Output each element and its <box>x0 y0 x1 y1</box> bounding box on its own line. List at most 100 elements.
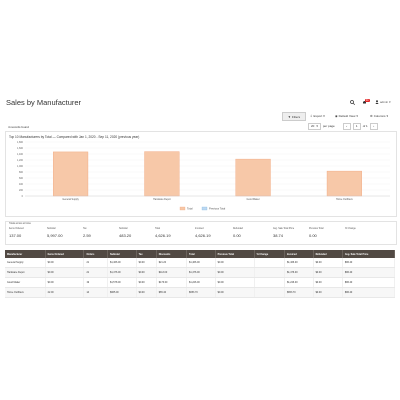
per-page-select[interactable]: 20 ▾ <box>308 122 321 130</box>
manufacturer-link[interactable]: Home Outfitters <box>5 287 46 298</box>
manufacturer-link[interactable]: Good Maker <box>5 277 46 288</box>
column-header[interactable]: Refunded <box>313 250 343 258</box>
chevron-down-icon: ▾ <box>389 100 391 104</box>
bar <box>144 151 180 197</box>
y-tick-label: 400 <box>19 183 24 186</box>
totals-value: 4,626.19 <box>195 233 211 238</box>
totals-label: Total <box>155 228 160 230</box>
chevron-left-icon: ‹ <box>346 124 348 128</box>
column-header[interactable]: Orders <box>83 250 108 258</box>
legend-swatch <box>201 206 208 211</box>
bar <box>53 151 89 197</box>
user-name: admin <box>380 100 389 104</box>
eye-icon: ◉ <box>335 113 338 118</box>
column-header[interactable]: Subtotal <box>107 250 137 258</box>
table-cell: $0.00 <box>215 267 255 278</box>
totals-item: Subtotal 483.20 <box>119 228 131 238</box>
filter-icon: ▼ <box>287 114 291 119</box>
table-cell: $86.40 <box>342 277 396 288</box>
manufacturer-link[interactable]: Hardware Depot <box>5 267 46 278</box>
bar <box>326 170 362 197</box>
notifications-badge: 11 <box>365 98 370 102</box>
table-cell: $0.00 <box>313 267 343 278</box>
table-cell: $1,226.00 <box>284 277 314 288</box>
column-header[interactable]: Previous Total <box>215 250 255 258</box>
table-cell: 19 <box>83 277 108 288</box>
table-cell: 21 <box>83 267 108 278</box>
totals-value: 38.74 <box>273 233 284 238</box>
pager: 20 ▾ per page ‹ 1 of 1 › <box>308 122 378 130</box>
column-header[interactable]: Tax <box>136 250 157 258</box>
table-cell: $0.00 <box>45 277 85 288</box>
totals-item: Refunded 0.00 <box>233 228 243 238</box>
table-cell: $0.00 <box>136 287 157 298</box>
chevron-right-icon: › <box>373 124 375 128</box>
column-header[interactable]: Manufacturer <box>5 250 46 258</box>
search-icon[interactable] <box>350 99 355 105</box>
export-label: Export <box>313 113 323 118</box>
filters-button[interactable]: ▼ Filters <box>282 112 306 121</box>
table-cell: $665.00 <box>107 287 137 298</box>
column-header[interactable]: Total <box>186 250 216 258</box>
totals-value: 483.20 <box>119 233 132 238</box>
table-row: Good Maker $0.00 19 $1,578.00 $0.00 $176.00 $1… <box>5 277 396 288</box>
totals-item: Invoiced 4,626.19 <box>195 228 211 238</box>
y-tick-label: 1,600 <box>17 147 24 150</box>
gear-icon: ⚙ <box>370 113 373 118</box>
table-cell: $0.00 <box>215 258 255 268</box>
table-row: Home Outfitters 22.00 14 $665.00 $0.00 $65.40… <box>5 287 396 298</box>
per-page-label: per page <box>322 124 335 128</box>
column-header[interactable]: Invoiced <box>284 250 314 258</box>
header-actions: 11 admin ▾ <box>350 98 391 106</box>
table-cell: $176.00 <box>156 277 188 288</box>
totals-label: Subtotal <box>119 228 128 230</box>
totals-value: 4,626.19 <box>155 233 171 238</box>
y-tick-label: 1,000 <box>17 165 24 168</box>
column-header[interactable]: Items Ordered <box>45 250 85 258</box>
y-tick-label: 1,200 <box>17 159 24 162</box>
column-header[interactable]: % Change <box>254 250 285 258</box>
table-row: Hardware Depot $0.00 21 $1,476.00 $0.00 $113.… <box>5 267 396 278</box>
totals-label: % Change <box>345 228 356 230</box>
table-cell <box>254 258 285 268</box>
totals-value: 0.00 <box>233 233 241 238</box>
table-cell: $1,578.00 <box>107 277 137 288</box>
default-view-label: Default View <box>338 113 356 118</box>
totals-item: Tax 2.59 <box>83 228 91 238</box>
prev-page-button[interactable]: ‹ <box>342 122 351 130</box>
user-menu[interactable]: admin ▾ <box>375 100 391 104</box>
bar-chart: 1,800 1,600 1,400 1,200 1,000 800 600 400 200 0 Ge… <box>17 141 390 211</box>
manufacturer-link[interactable]: General Supply <box>5 258 46 268</box>
totals-label: Refunded <box>233 228 243 230</box>
bar <box>235 158 271 197</box>
per-page-value: 20 <box>311 124 315 128</box>
totals-label: Tax <box>83 228 87 230</box>
data-grid: Manufacturer Items Ordered Orders Subtotal T… <box>5 250 396 298</box>
table-cell: 14 <box>83 287 108 298</box>
default-view-button[interactable]: ◉ Default View ▾ <box>335 112 358 119</box>
chevron-down-icon: ▾ <box>356 113 358 118</box>
filters-label: Filters <box>291 114 301 119</box>
export-button[interactable]: ⇩ Export ▾ <box>310 112 325 119</box>
next-page-button[interactable]: › <box>369 122 378 130</box>
totals-value: 137.00 <box>9 233 22 238</box>
chevron-down-icon: ▾ <box>386 113 389 118</box>
totals-value: 5,997.00 <box>47 233 63 238</box>
x-tick-label: Good Maker <box>247 198 260 201</box>
table-cell: $1,476.00 <box>186 267 216 278</box>
totals-row: Items Ordered 137.00 Subtotal 5,997.00 Tax 2.… <box>9 228 389 242</box>
table-cell: 21 <box>83 258 108 268</box>
columns-button[interactable]: ⚙ Columns ▾ <box>370 112 388 119</box>
table-cell: $113.00 <box>156 267 188 278</box>
totals-item: Previous Total 0.00 <box>309 228 323 238</box>
notifications-icon[interactable]: 11 <box>362 98 370 105</box>
y-tick-label: 1,800 <box>17 141 24 144</box>
table-cell: $21.20 <box>156 258 188 268</box>
table-cell: $86.40 <box>342 258 396 268</box>
column-header[interactable]: Avg. Sale Total Price <box>342 250 396 258</box>
page-of-label: of 1 <box>362 124 368 128</box>
current-page-input[interactable]: 1 <box>352 122 361 130</box>
table-cell: $1,466.00 <box>186 258 216 268</box>
table-cell: $1,476.00 <box>107 267 137 278</box>
column-header[interactable]: Discounts <box>156 250 188 258</box>
